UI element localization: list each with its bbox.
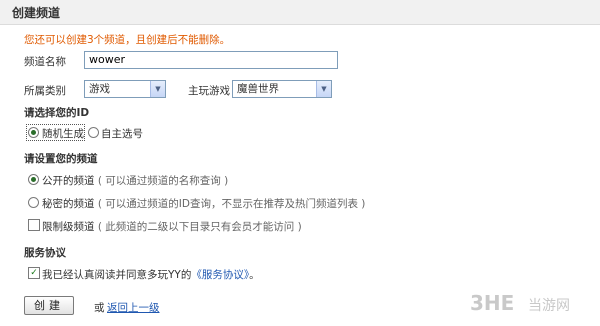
category-select-value: 游戏 — [89, 83, 110, 95]
main-game-label: 主玩游戏 — [188, 85, 230, 97]
watermark-text: 当游网 — [528, 298, 570, 314]
secret-channel-hint: ( 可以通过频道的ID查询，不显示在推荐及热门频道列表 ) — [97, 198, 366, 210]
id-custom-label[interactable]: 自主选号 — [101, 126, 143, 141]
chevron-down-icon: ▼ — [150, 81, 165, 97]
service-agreement-link[interactable]: 《服务协议》 — [191, 269, 249, 281]
secret-channel-option[interactable]: 秘密的频道 ( 可以通过频道的ID查询，不显示在推荐及热门频道列表 ) — [42, 196, 365, 211]
page-header: 创建频道 — [0, 0, 600, 25]
watermark-logo: 3HE — [470, 291, 515, 315]
agree-end: 。 — [249, 269, 260, 281]
public-channel-hint: ( 可以通过频道的名称查询 ) — [97, 175, 229, 187]
or-text: 或 — [94, 302, 105, 314]
channel-name-input[interactable]: wower — [84, 51, 338, 69]
secret-channel-radio[interactable] — [28, 197, 39, 208]
restricted-channel-option[interactable]: 限制级频道 ( 此频道的二级以下目录只有会员才能访问 ) — [42, 219, 302, 234]
agree-text: 我已经认真阅读并同意多玩YY的 — [42, 269, 192, 281]
id-section-title: 请选择您的ID — [24, 107, 90, 119]
main-game-select[interactable]: 魔兽世界 ▼ — [232, 80, 332, 98]
channel-limit-notice: 您还可以创建3个频道，且创建后不能删除。 — [24, 34, 231, 46]
id-custom-radio[interactable] — [88, 127, 99, 138]
channel-section-title: 请设置您的频道 — [24, 153, 98, 165]
restricted-channel-checkbox[interactable] — [28, 219, 40, 231]
restricted-channel-label: 限制级频道 — [42, 221, 95, 233]
main-game-select-value: 魔兽世界 — [237, 83, 279, 95]
id-random-label[interactable]: 随机生成 — [42, 126, 84, 141]
channel-name-label: 频道名称 — [24, 56, 66, 68]
id-random-radio[interactable] — [28, 127, 39, 138]
category-select[interactable]: 游戏 ▼ — [84, 80, 166, 98]
secret-channel-label: 秘密的频道 — [42, 198, 95, 210]
service-section-title: 服务协议 — [24, 247, 66, 259]
agree-statement: 我已经认真阅读并同意多玩YY的《服务协议》。 — [42, 267, 260, 282]
agree-checkbox[interactable]: ✓ — [28, 267, 40, 279]
page-title: 创建频道 — [12, 6, 61, 20]
create-button[interactable]: 创建 — [24, 296, 74, 315]
chevron-down-icon: ▼ — [316, 81, 331, 97]
public-channel-radio[interactable] — [28, 174, 39, 185]
public-channel-option[interactable]: 公开的频道 ( 可以通过频道的名称查询 ) — [42, 173, 228, 188]
back-link[interactable]: 返回上一级 — [107, 300, 160, 315]
restricted-channel-hint: ( 此频道的二级以下目录只有会员才能访问 ) — [97, 221, 302, 233]
category-label: 所属类别 — [24, 85, 66, 97]
public-channel-label: 公开的频道 — [42, 175, 95, 187]
